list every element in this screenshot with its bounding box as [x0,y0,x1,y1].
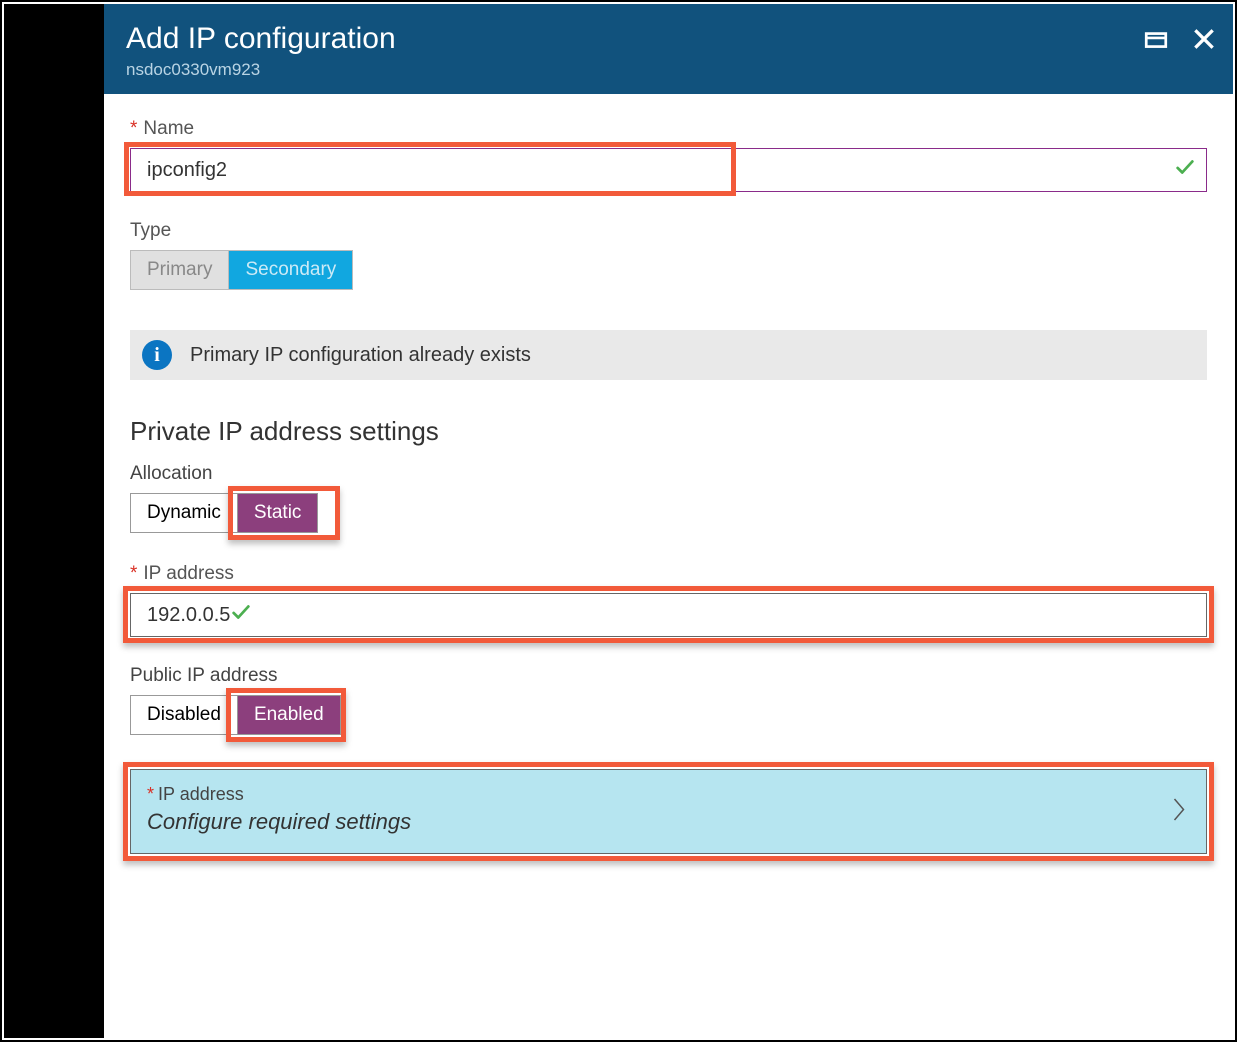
primary-exists-info: i Primary IP configuration already exist… [130,330,1207,380]
private-ip-heading: Private IP address settings [130,416,1207,447]
configure-subtext: Configure required settings [147,809,1166,835]
public-ip-toggle: Disabled Enabled [130,695,341,735]
configure-label-text: IP address [158,784,244,804]
ip-address-label-text: IP address [143,563,233,584]
ip-address-label: *IP address [130,563,1207,585]
type-toggle: Primary Secondary [130,250,353,290]
configure-label: *IP address [147,784,1166,805]
ip-address-value: 192.0.0.5 [147,604,230,627]
type-primary-button: Primary [131,251,229,289]
restore-window-icon[interactable] [1143,26,1169,57]
info-banner-text: Primary IP configuration already exists [190,344,531,367]
panel-subtitle: nsdoc0330vm923 [126,60,1211,80]
panel-header: Add IP configuration nsdoc0330vm923 [104,4,1233,94]
allocation-toggle: Dynamic Static [130,493,318,533]
check-icon [1174,156,1196,184]
info-icon: i [142,340,172,370]
public-ip-label: Public IP address [130,665,1207,687]
allocation-label: Allocation [130,463,1207,485]
ip-address-input[interactable]: 192.0.0.5 [130,593,1207,637]
panel-body: *Name ipconfig2 Type Primary Secondary i… [104,94,1233,1038]
allocation-dynamic-button[interactable]: Dynamic [131,494,238,532]
chevron-right-icon [1170,795,1188,828]
type-secondary-button[interactable]: Secondary [229,251,352,289]
add-ip-config-panel: Add IP configuration nsdoc0330vm923 *Nam… [104,4,1233,1038]
name-label-text: Name [143,118,194,139]
check-icon [230,601,252,629]
left-gutter [4,4,104,1038]
name-input[interactable]: ipconfig2 [130,148,1207,192]
panel-title: Add IP configuration [126,22,1211,56]
configure-ip-address-nav[interactable]: *IP address Configure required settings [130,769,1207,854]
public-ip-enabled-button[interactable]: Enabled [238,696,340,734]
name-label: *Name [130,118,1207,140]
public-ip-disabled-button[interactable]: Disabled [131,696,238,734]
type-label: Type [130,220,1207,242]
close-icon[interactable] [1191,26,1217,57]
allocation-static-button[interactable]: Static [238,494,318,532]
name-input-value: ipconfig2 [147,159,227,182]
